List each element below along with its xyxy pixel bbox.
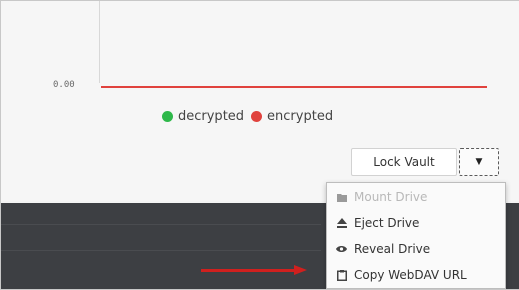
- clipboard-icon: [336, 269, 347, 281]
- legend-label-encrypted: encrypted: [267, 109, 334, 124]
- legend-label-decrypted: decrypted: [178, 109, 245, 124]
- y-tick-label: 0.00: [53, 80, 75, 90]
- throughput-chart: 0.00 decrypted encrypted Lock Vault ▼: [1, 1, 519, 201]
- menu-item-label: Reveal Drive: [354, 242, 431, 256]
- y-axis: [99, 1, 100, 83]
- annotation-arrowhead: [294, 265, 307, 275]
- legend-item-encrypted: encrypted: [251, 109, 333, 124]
- chart-legend: decrypted encrypted: [162, 109, 340, 124]
- menu-item-copy-webdav-url[interactable]: Copy WebDAV URL: [327, 262, 505, 288]
- menu-item-label: Copy WebDAV URL: [354, 268, 467, 282]
- caret-down-icon: ▼: [475, 157, 483, 167]
- divider: [1, 250, 321, 251]
- vault-actions-menu: Mount Drive Eject Drive Reveal Drive Cop…: [326, 182, 506, 289]
- legend-item-decrypted: decrypted: [162, 109, 244, 124]
- menu-item-label: Mount Drive: [354, 190, 428, 204]
- more-actions-button[interactable]: ▼: [459, 148, 499, 176]
- annotation-arrow: [201, 269, 297, 272]
- eject-icon: [336, 218, 347, 228]
- menu-item-mount-drive[interactable]: Mount Drive: [327, 184, 505, 210]
- lock-vault-button[interactable]: Lock Vault: [351, 148, 457, 176]
- folder-icon: [336, 193, 347, 202]
- decrypted-dot-icon: [162, 111, 173, 122]
- eye-icon: [336, 245, 347, 253]
- menu-item-reveal-drive[interactable]: Reveal Drive: [327, 236, 505, 262]
- encrypted-dot-icon: [251, 111, 263, 122]
- encrypted-series-line: [101, 86, 487, 88]
- menu-item-label: Eject Drive: [354, 216, 420, 230]
- app-window: 0.00 decrypted encrypted Lock Vault ▼ Mo…: [0, 0, 519, 290]
- divider: [1, 224, 321, 225]
- menu-item-eject-drive[interactable]: Eject Drive: [327, 210, 505, 236]
